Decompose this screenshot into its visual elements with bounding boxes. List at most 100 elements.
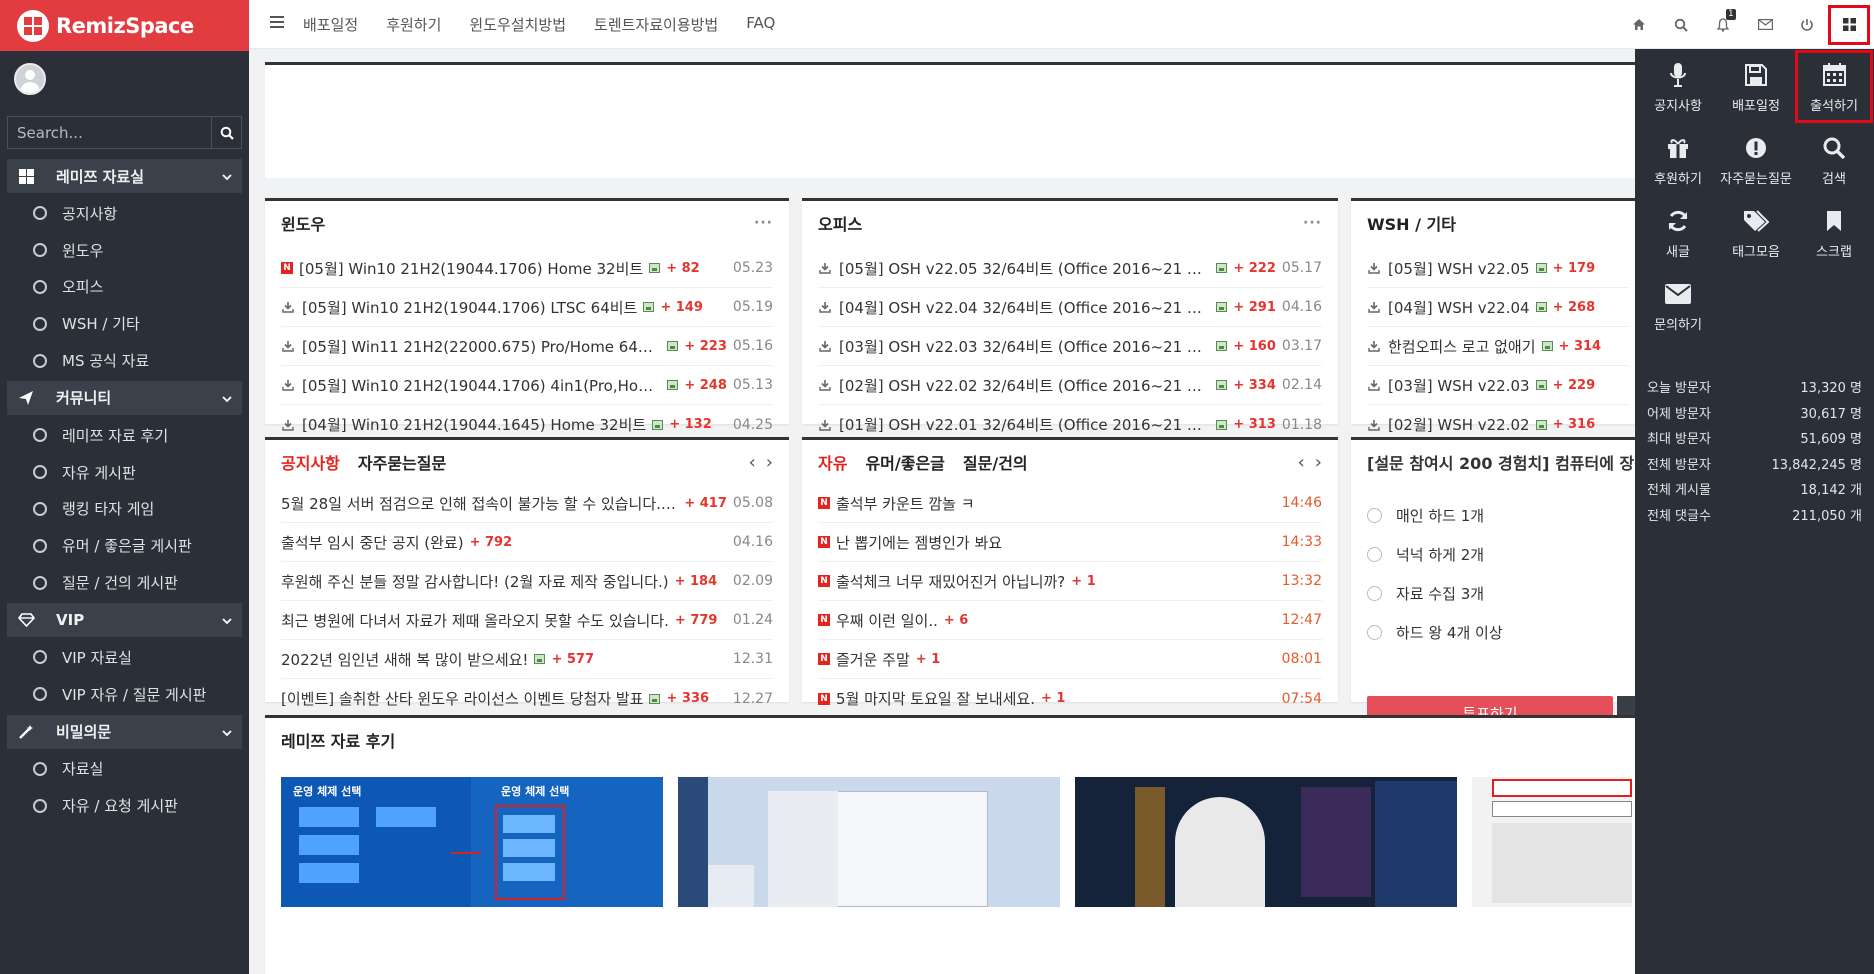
list-item[interactable]: [05월] Win10 21H2(19044.1706) LTSC 64비트 + …	[281, 288, 773, 327]
chevron-right-icon[interactable]: ›	[1315, 452, 1322, 473]
home-icon[interactable]	[1618, 0, 1660, 49]
quick-tags-button[interactable]: 태그모음	[1717, 196, 1795, 269]
list-item-title[interactable]: 후원해 주신 분들 정말 감사합니다! (2월 자료 제작 중입니다.)	[281, 571, 669, 592]
bell-icon[interactable]: 1	[1702, 0, 1744, 49]
poll-option[interactable]: 하드 왕 4개 이상	[1351, 613, 1645, 652]
list-item[interactable]: N 난 뽑기에는 젬병인가 봐요 14:33	[818, 523, 1322, 562]
more-icon[interactable]: ···	[754, 215, 773, 231]
list-item[interactable]: 2022년 임인년 새해 복 많이 받으세요! + 577 12.31	[281, 640, 773, 679]
list-item-title[interactable]: 출석부 임시 중단 공지 (완료)	[281, 532, 464, 553]
list-item[interactable]: [04월] WSH v22.04 + 268	[1367, 288, 1629, 327]
board-title[interactable]: 레미쯔 자료 후기	[281, 728, 395, 752]
quick-scrap-button[interactable]: 스크랩	[1795, 196, 1873, 269]
list-item-title[interactable]: 출석체크 너무 재밌어진거 아닙니까?	[836, 571, 1065, 592]
review-thumbnail[interactable]: 운영 체제 선택 운영 체제 선택	[281, 777, 663, 907]
avatar[interactable]	[14, 63, 46, 95]
power-icon[interactable]	[1786, 0, 1828, 49]
quick-search-button[interactable]: 검색	[1795, 123, 1873, 196]
quick-contact-button[interactable]: 문의하기	[1639, 269, 1717, 342]
sidebar-section-archive[interactable]: 레미쯔 자료실	[7, 159, 242, 193]
list-item[interactable]: [05월] WSH v22.05 + 179	[1367, 249, 1629, 288]
brand-logo[interactable]: RemizSpace	[0, 0, 249, 51]
list-item[interactable]: [02월] OSH v22.02 32/64비트 (Office 2016~21…	[818, 366, 1322, 405]
nav-install-guide[interactable]: 윈도우설치방법	[469, 14, 566, 35]
quick-attendance-button[interactable]: 출석하기	[1795, 50, 1873, 123]
sidebar-item-windows[interactable]: 윈도우	[7, 232, 242, 269]
sidebar-item-typing-game[interactable]: 랭킹 타자 게임	[7, 491, 242, 528]
sidebar-item-free-board[interactable]: 자유 게시판	[7, 454, 242, 491]
poll-option[interactable]: 매인 하드 1개	[1351, 496, 1645, 535]
list-item[interactable]: N 우째 이런 일이.. + 6 12:47	[818, 601, 1322, 640]
review-thumbnail[interactable]	[1075, 777, 1457, 907]
chevron-left-icon[interactable]: ‹	[1298, 452, 1305, 473]
board-title[interactable]: 윈도우	[281, 211, 325, 235]
list-item[interactable]: [03월] OSH v22.03 32/64비트 (Office 2016~21…	[818, 327, 1322, 366]
tab-qna[interactable]: 질문/건의	[963, 450, 1028, 474]
list-item-title[interactable]: [05월] Win10 21H2(19044.1706) LTSC 64비트	[302, 297, 637, 318]
sidebar-item-vip-board[interactable]: VIP 자유 / 질문 게시판	[7, 676, 242, 713]
poll-option[interactable]: 자료 수집 3개	[1351, 574, 1645, 613]
list-item-title[interactable]: [05월] Win10 21H2(19044.1706) Home 32비트	[299, 258, 643, 279]
envelope-icon[interactable]	[1744, 0, 1786, 49]
list-item[interactable]: [05월] Win11 21H2(22000.675) Pro/Home 64비…	[281, 327, 773, 366]
list-item-title[interactable]: [05월] WSH v22.05	[1388, 258, 1530, 279]
sidebar-item-reviews[interactable]: 레미쯔 자료 후기	[7, 417, 242, 454]
list-item[interactable]: [05월] OSH v22.05 32/64비트 (Office 2016~21…	[818, 249, 1322, 288]
list-item-title[interactable]: [05월] Win10 21H2(19044.1706) 4in1(Pro,Ho…	[302, 375, 661, 396]
list-item-title[interactable]: 2022년 임인년 새해 복 많이 받으세요!	[281, 649, 528, 670]
search-button[interactable]	[211, 117, 241, 148]
list-item[interactable]: 출석부 임시 중단 공지 (완료) + 792 04.16	[281, 523, 773, 562]
list-item[interactable]: 후원해 주신 분들 정말 감사합니다! (2월 자료 제작 중입니다.) + 18…	[281, 562, 773, 601]
quick-menu-grid-icon[interactable]	[1828, 4, 1870, 45]
review-thumbnail[interactable]	[1472, 777, 1632, 907]
sidebar-section-community[interactable]: 커뮤니티	[7, 380, 242, 415]
list-item[interactable]: N 출석부 카운트 깜놀 ㅋ 14:46	[818, 484, 1322, 523]
list-item-title[interactable]: 한컴오피스 로고 없애기	[1388, 336, 1536, 357]
list-item-title[interactable]: [이벤트] 솔취한 산타 윈도우 라이선스 이벤트 당첨자 발표	[281, 688, 643, 709]
quick-faq-button[interactable]: 자주묻는질문	[1717, 123, 1795, 196]
list-item-title[interactable]: 우째 이런 일이..	[836, 610, 938, 631]
list-item-title[interactable]: 5월 28일 서버 점검으로 인해 접속이 불가능 할 수 있습니다. (완료)	[281, 493, 678, 514]
sidebar-item-office[interactable]: 오피스	[7, 269, 242, 306]
list-item-title[interactable]: 출석부 카운트 깜놀 ㅋ	[836, 493, 975, 514]
list-item-title[interactable]: [04월] Win10 21H2(19044.1645) Home 32비트	[302, 414, 646, 435]
chevron-left-icon[interactable]: ‹	[749, 452, 756, 473]
chevron-right-icon[interactable]: ›	[766, 452, 773, 473]
list-item[interactable]: N 출석체크 너무 재밌어진거 아닙니까? + 1 13:32	[818, 562, 1322, 601]
review-thumbnail[interactable]	[678, 777, 1060, 907]
list-item[interactable]: [이벤트] 솔취한 산타 윈도우 라이선스 이벤트 당첨자 발표 + 336 12.…	[281, 679, 773, 718]
tab-humor[interactable]: 유머/좋은글	[865, 450, 944, 474]
quick-new-posts-button[interactable]: 새글	[1639, 196, 1717, 269]
list-item-title[interactable]: [03월] WSH v22.03	[1388, 375, 1530, 396]
list-item-title[interactable]: 난 뽑기에는 젬병인가 봐요	[836, 532, 1002, 553]
list-item[interactable]: N 5월 마지막 토요일 잘 보내세요. + 1 07:54	[818, 679, 1322, 718]
list-item-title[interactable]: 5월 마지막 토요일 잘 보내세요.	[836, 688, 1035, 709]
more-icon[interactable]: ···	[1303, 215, 1322, 231]
nav-schedule[interactable]: 배포일정	[303, 14, 358, 35]
list-item-title[interactable]: [04월] WSH v22.04	[1388, 297, 1530, 318]
nav-donate[interactable]: 후원하기	[386, 14, 441, 35]
list-item[interactable]: [05월] Win10 21H2(19044.1706) 4in1(Pro,Ho…	[281, 366, 773, 405]
nav-faq[interactable]: FAQ	[746, 14, 775, 35]
list-item-title[interactable]: [04월] OSH v22.04 32/64비트 (Office 2016~21…	[839, 297, 1210, 318]
sidebar-item-notice[interactable]: 공지사항	[7, 195, 242, 232]
quick-notice-button[interactable]: 공지사항	[1639, 50, 1717, 123]
list-item[interactable]: 한컴오피스 로고 없애기 + 314	[1367, 327, 1629, 366]
list-item-title[interactable]: [05월] OSH v22.05 32/64비트 (Office 2016~21…	[839, 258, 1210, 279]
list-item-title[interactable]: [05월] Win11 21H2(22000.675) Pro/Home 64비…	[302, 336, 661, 357]
list-item[interactable]: [03월] WSH v22.03 + 229	[1367, 366, 1629, 405]
board-title[interactable]: WSH / 기타	[1367, 211, 1456, 235]
tab-notice[interactable]: 공지사항	[281, 450, 340, 474]
list-item-title[interactable]: [02월] OSH v22.02 32/64비트 (Office 2016~21…	[839, 375, 1210, 396]
sidebar-item-wsh[interactable]: WSH / 기타	[7, 305, 242, 342]
sidebar-item-request-board[interactable]: 자유 / 요청 게시판	[7, 787, 242, 824]
board-title[interactable]: 오피스	[818, 211, 862, 235]
list-item-title[interactable]: [03월] OSH v22.03 32/64비트 (Office 2016~21…	[839, 336, 1210, 357]
list-item[interactable]: 5월 28일 서버 점검으로 인해 접속이 불가능 할 수 있습니다. (완료)…	[281, 484, 773, 523]
list-item[interactable]: [04월] OSH v22.04 32/64비트 (Office 2016~21…	[818, 288, 1322, 327]
list-item-title[interactable]: [02월] WSH v22.02	[1388, 414, 1530, 435]
list-item-title[interactable]: [01월] OSH v22.01 32/64비트 (Office 2016~21…	[839, 414, 1210, 435]
tab-free[interactable]: 자유	[818, 450, 847, 474]
sidebar-item-ms-official[interactable]: MS 공식 자료	[7, 342, 242, 379]
list-item-title[interactable]: 최근 병원에 다녀서 자료가 제때 올라오지 못할 수도 있습니다.	[281, 610, 669, 631]
